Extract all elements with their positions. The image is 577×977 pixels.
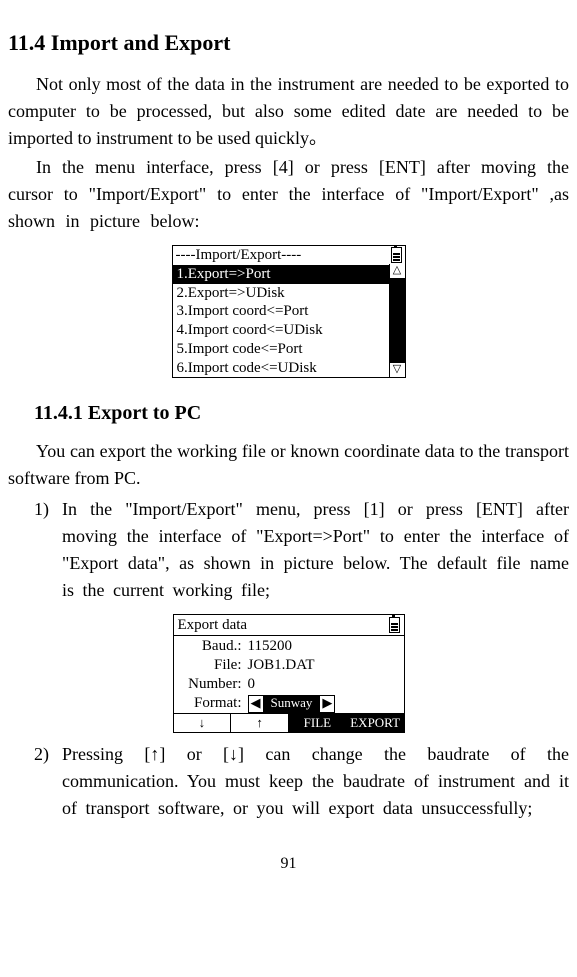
softkey-export: EXPORT — [347, 714, 404, 732]
value-baud: 115200 — [248, 637, 398, 656]
list-item: 1) In the "Import/Export" menu, press [1… — [34, 496, 569, 604]
lcd1-row-2: 2.Export=>UDisk — [173, 284, 405, 303]
lcd1-row-6: 6.Import code<=UDisk — [173, 359, 405, 378]
lcd1-row-1: 1.Export=>Port — [173, 265, 405, 284]
format-selector: ◀ Sunway ▶ — [248, 695, 336, 713]
label-file: File: — [180, 656, 248, 675]
list-item: 2) Pressing [↑] or [↓] can change the ba… — [34, 741, 569, 822]
scroll-up-icon: △ — [390, 264, 405, 279]
value-file: JOB1.DAT — [248, 656, 398, 675]
lcd1-scrollbar: △ ▽ — [389, 264, 405, 377]
lcd1-row-3: 3.Import coord<=Port — [173, 302, 405, 321]
ordered-list: 1) In the "Import/Export" menu, press [1… — [34, 496, 569, 604]
ordered-list: 2) Pressing [↑] or [↓] can change the ba… — [34, 741, 569, 822]
left-arrow-icon: ◀ — [249, 695, 263, 711]
section-heading: 11.4 Import and Export — [8, 26, 569, 59]
lcd2-footer: ↓ ↑ FILE EXPORT — [174, 713, 404, 732]
list-number: 2) — [34, 741, 62, 822]
lcd1-title: ----Import/Export---- — [176, 246, 388, 265]
lcd2-title: Export data — [178, 616, 386, 635]
label-number: Number: — [180, 675, 248, 694]
value-format: Sunway — [263, 696, 321, 712]
battery-icon — [391, 247, 402, 263]
lcd1-row-5: 5.Import code<=Port — [173, 340, 405, 359]
softkey-down: ↓ — [174, 714, 232, 732]
scroll-down-icon: ▽ — [390, 362, 405, 377]
softkey-file: FILE — [289, 714, 347, 732]
list-text: Pressing [↑] or [↓] can change the baudr… — [62, 741, 569, 822]
value-number: 0 — [248, 675, 398, 694]
battery-icon — [389, 617, 400, 633]
subsection-heading: 11.4.1 Export to PC — [8, 398, 569, 428]
list-text: In the "Import/Export" menu, press [1] o… — [62, 496, 569, 604]
paragraph-1: Not only most of the data in the instrum… — [8, 71, 569, 152]
list-number: 1) — [34, 496, 62, 604]
paragraph-3: You can export the working file or known… — [8, 438, 569, 492]
label-baud: Baud.: — [180, 637, 248, 656]
softkey-up: ↑ — [231, 714, 289, 732]
page-number: 91 — [8, 852, 569, 876]
label-format: Format: — [180, 694, 248, 713]
lcd-export-data-screenshot: Export data Baud.: 115200 File: JOB1.DAT… — [8, 614, 569, 736]
paragraph-2: In the menu interface, press [4] or pres… — [8, 154, 569, 235]
right-arrow-icon: ▶ — [320, 695, 334, 711]
lcd1-row-4: 4.Import coord<=UDisk — [173, 321, 405, 340]
lcd-import-export-screenshot: ----Import/Export---- 1.Export=>Port 2.E… — [8, 245, 569, 380]
